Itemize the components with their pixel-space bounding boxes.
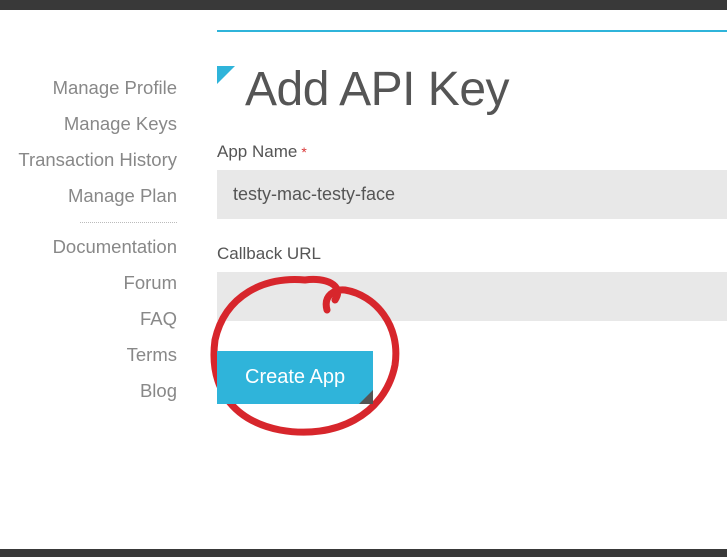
bottom-bar (0, 549, 727, 557)
title-marker-icon (217, 66, 235, 84)
sidebar-item-terms[interactable]: Terms (0, 337, 177, 373)
sidebar-divider (80, 222, 177, 223)
top-bar (0, 0, 727, 10)
sidebar-item-faq[interactable]: FAQ (0, 301, 177, 337)
app-name-input[interactable] (217, 170, 727, 219)
required-indicator: * (301, 144, 306, 160)
form-group-callback-url: Callback URL (217, 244, 727, 321)
app-name-label: App Name (217, 142, 297, 162)
sidebar-item-documentation[interactable]: Documentation (0, 229, 177, 265)
callback-url-input[interactable] (217, 272, 727, 321)
accent-line (217, 30, 727, 32)
main-content: Add API Key App Name * Callback URL Crea… (195, 10, 727, 547)
sidebar-item-manage-keys[interactable]: Manage Keys (0, 106, 177, 142)
sidebar-item-manage-plan[interactable]: Manage Plan (0, 178, 177, 214)
create-app-button[interactable]: Create App (217, 351, 373, 404)
page-title: Add API Key (245, 62, 509, 117)
sidebar-item-manage-profile[interactable]: Manage Profile (0, 70, 177, 106)
sidebar-item-blog[interactable]: Blog (0, 373, 177, 409)
sidebar-item-forum[interactable]: Forum (0, 265, 177, 301)
callback-url-label: Callback URL (217, 244, 321, 264)
form-group-app-name: App Name * (217, 142, 727, 219)
sidebar-nav: Manage Profile Manage Keys Transaction H… (0, 10, 195, 547)
sidebar-item-transaction-history[interactable]: Transaction History (0, 142, 177, 178)
